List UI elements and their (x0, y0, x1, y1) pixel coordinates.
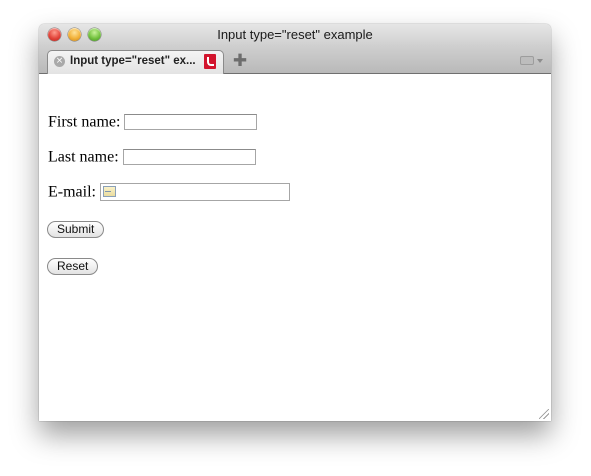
tab-close-icon[interactable]: × (54, 56, 65, 67)
email-row: E-mail: (48, 183, 290, 203)
last-name-label: Last name: (48, 148, 119, 166)
tab-menu-icon[interactable] (520, 55, 544, 67)
titlebar: Input type="reset" example × Input type=… (39, 24, 551, 74)
contact-card-icon[interactable] (102, 186, 116, 198)
tab-menu-screen-icon (520, 56, 534, 65)
screenshot-canvas: Input type="reset" example × Input type=… (0, 0, 591, 476)
last-name-row: Last name: (48, 148, 256, 168)
window-title: Input type="reset" example (217, 27, 373, 42)
tab-label: Input type="reset" ex... (70, 55, 196, 67)
reset-button[interactable]: Reset (47, 258, 99, 275)
page-content: First name: Last name: E-mail: Submit Re… (39, 74, 551, 421)
last-name-field[interactable] (122, 149, 256, 166)
first-name-row: First name: (48, 113, 258, 133)
chevron-down-icon (537, 59, 543, 63)
email-label: E-mail: (48, 183, 96, 201)
email-field[interactable] (118, 184, 287, 201)
email-field-wrapper[interactable] (99, 183, 290, 202)
browser-window: Input type="reset" example × Input type=… (39, 24, 551, 421)
submit-button[interactable]: Submit (47, 221, 105, 238)
first-name-label: First name: (48, 113, 121, 131)
first-name-field[interactable] (124, 114, 258, 131)
new-tab-button[interactable]: ✚ (232, 53, 248, 70)
opera-favicon-icon (204, 54, 216, 69)
tab-active[interactable]: × Input type="reset" ex... (47, 50, 224, 74)
resize-grip-icon[interactable] (539, 409, 549, 419)
